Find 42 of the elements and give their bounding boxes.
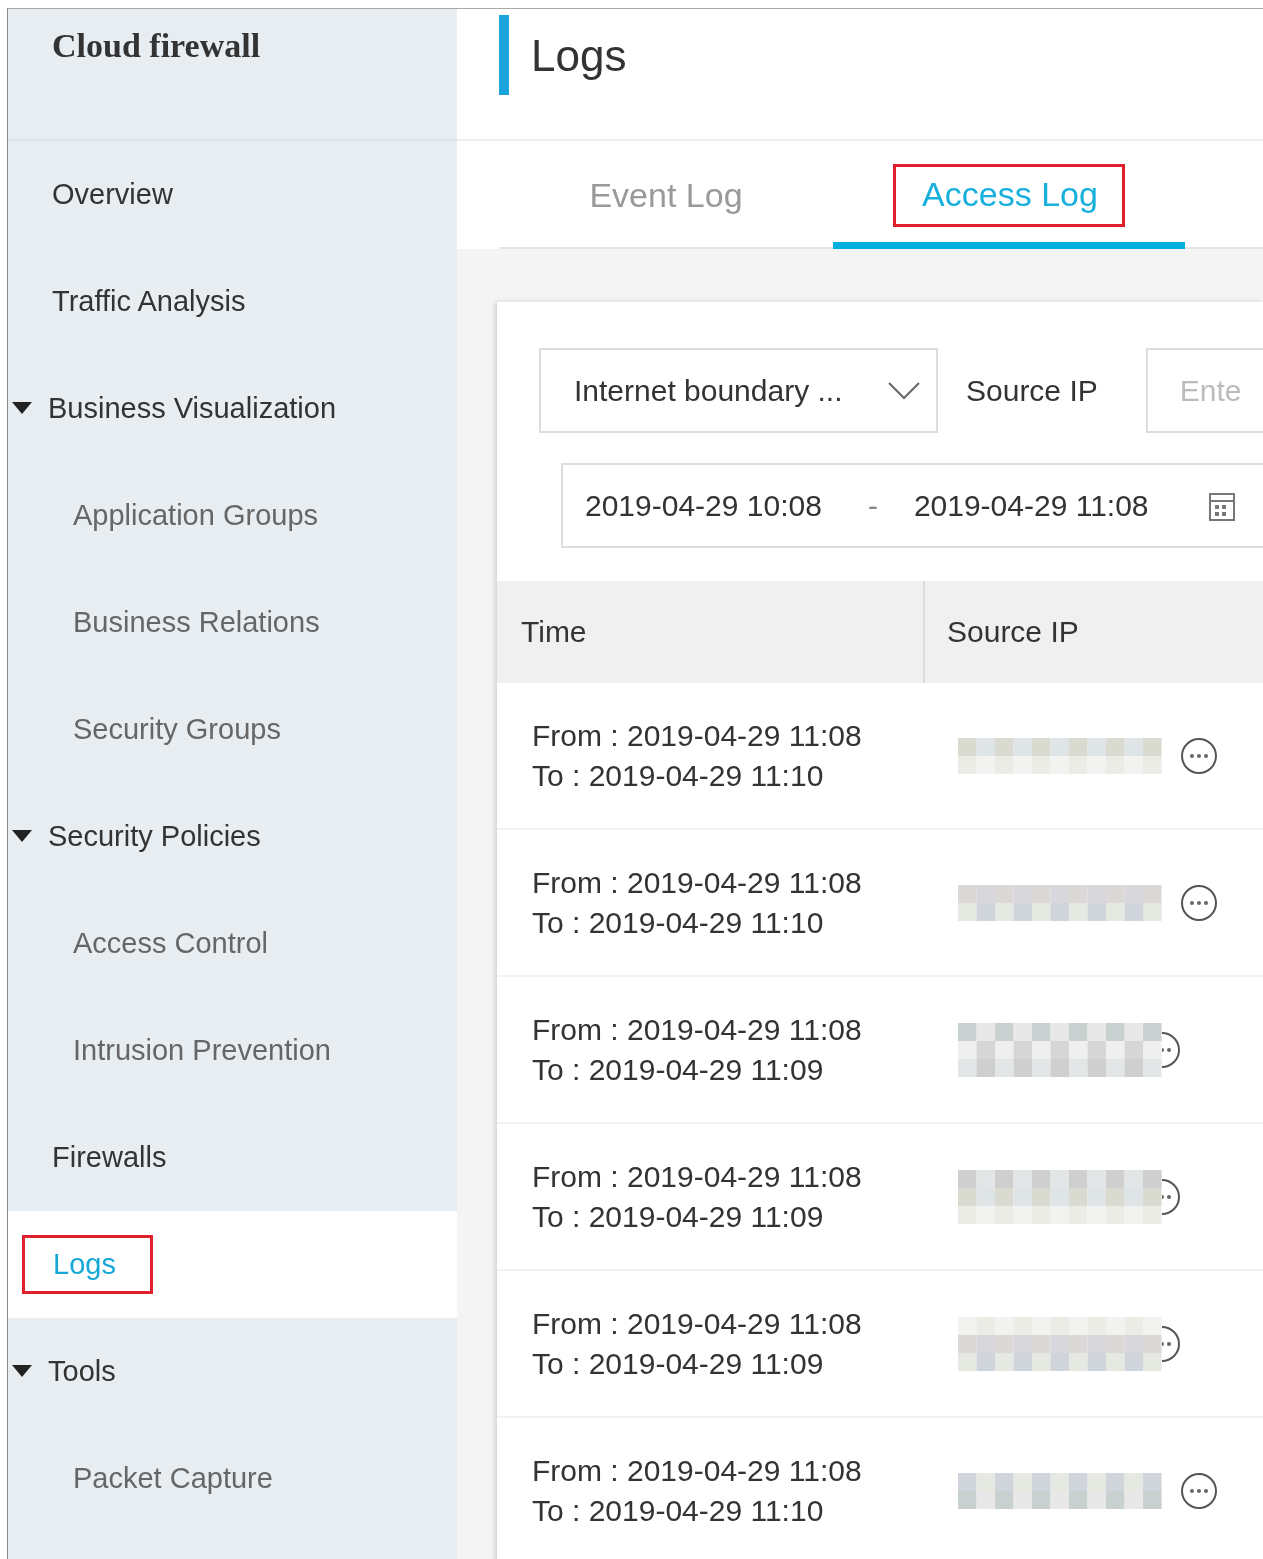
nav-item[interactable]: Application Groups xyxy=(73,491,319,540)
tab[interactable]: Event Log xyxy=(499,141,833,249)
app-title: Cloud firewall xyxy=(52,27,261,64)
nav-group[interactable]: Security Policies xyxy=(48,812,261,861)
time-cell-text: From : 2019-04-29 11:08 To : 2019-04-29 11:09 xyxy=(531,1158,863,1235)
nav-group[interactable]: Tools xyxy=(48,1347,116,1396)
boundary-select[interactable]: Internet boundary ... xyxy=(539,348,938,433)
time-cell-text: From : 2019-04-29 11:08 To : 2019-04-29 11:10 xyxy=(531,717,863,794)
more-icon[interactable] xyxy=(1180,1471,1218,1510)
time-cell-text: From : 2019-04-29 11:08 To : 2019-04-29 11:09 xyxy=(531,1011,863,1088)
nav-item[interactable]: Access Control xyxy=(73,919,268,968)
nav-item[interactable]: Logs xyxy=(22,1235,153,1294)
more-icon[interactable] xyxy=(1180,736,1218,775)
caret-down-icon[interactable] xyxy=(12,829,32,844)
column-header: Time xyxy=(497,581,925,683)
caret-down-icon[interactable] xyxy=(12,1364,32,1379)
nav-item[interactable]: Intrusion Prevention xyxy=(73,1026,331,1075)
time-cell-text: From : 2019-04-29 11:08 To : 2019-04-29 11:10 xyxy=(531,1452,863,1529)
start-date: 2019-04-29 10:08 xyxy=(585,488,822,523)
chevron-down-icon xyxy=(888,381,920,400)
time-cell-text: From : 2019-04-29 11:08 To : 2019-04-29 11:09 xyxy=(531,1305,863,1382)
calendar-icon xyxy=(1208,490,1235,521)
nav-item[interactable]: Security Groups xyxy=(73,705,281,754)
source-ip-field[interactable]: Ente xyxy=(1145,348,1263,433)
more-icon[interactable] xyxy=(1162,1324,1181,1363)
range-separator: - xyxy=(867,488,878,523)
nav-item[interactable]: Overview xyxy=(52,170,173,219)
end-date: 2019-04-29 11:08 xyxy=(913,488,1149,523)
nav-item[interactable]: Packet Capture xyxy=(73,1454,273,1503)
caret-down-icon[interactable] xyxy=(12,401,32,416)
nav-item[interactable]: Traffic Analysis xyxy=(52,277,246,326)
date-range-field[interactable]: 2019-04-29 10:08 - 2019-04-29 11:08 xyxy=(561,463,1263,548)
nav-item[interactable]: Firewalls xyxy=(52,1133,167,1182)
more-icon[interactable] xyxy=(1162,1030,1181,1069)
more-icon[interactable] xyxy=(1162,1177,1181,1216)
more-icon[interactable] xyxy=(1180,883,1218,922)
nav-item[interactable]: Business Relations xyxy=(73,598,320,647)
page-title: Logs xyxy=(531,31,627,81)
nav-group[interactable]: Business Visualization xyxy=(48,384,337,433)
time-cell-text: From : 2019-04-29 11:08 To : 2019-04-29 11:10 xyxy=(531,864,863,941)
source-ip-label: Source IP xyxy=(966,373,1098,408)
column-header: Source IP xyxy=(946,614,1079,650)
